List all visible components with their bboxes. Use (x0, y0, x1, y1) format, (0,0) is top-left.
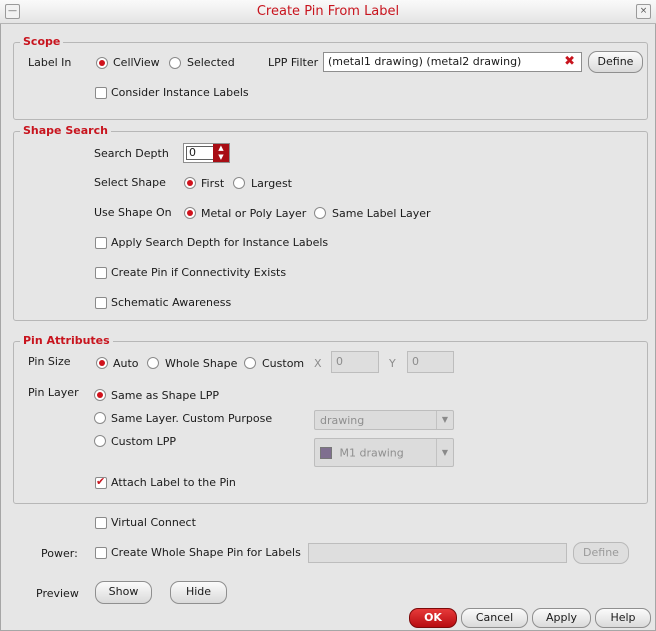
metal-or-poly-label[interactable]: Metal or Poly Layer (201, 207, 306, 220)
hide-button[interactable]: Hide (170, 581, 227, 604)
largest-radio[interactable] (233, 177, 245, 189)
x-label: X (314, 357, 322, 370)
create-whole-shape-pin-checkbox[interactable] (95, 547, 107, 559)
custom-lpp-label[interactable]: Custom LPP (111, 435, 176, 448)
y-label: Y (389, 357, 396, 370)
power-label: Power: (41, 547, 78, 560)
pin-attributes-legend: Pin Attributes (20, 334, 113, 347)
apply-search-depth-checkbox[interactable] (95, 237, 107, 249)
purpose-combo[interactable]: drawing ▼ (314, 410, 454, 430)
search-depth-spinbox[interactable]: 0 ▲ ▼ (183, 143, 230, 163)
auto-radio[interactable] (96, 357, 108, 369)
same-as-shape-lpp-radio[interactable] (94, 389, 106, 401)
same-layer-custom-purpose-radio[interactable] (94, 412, 106, 424)
layer-swatch-icon (320, 447, 332, 459)
power-input[interactable] (308, 543, 567, 563)
select-shape-label: Select Shape (94, 176, 166, 189)
power-define-button[interactable]: Define (573, 542, 629, 564)
close-icon[interactable]: × (636, 4, 651, 19)
metal-or-poly-radio[interactable] (184, 207, 196, 219)
use-shape-on-label: Use Shape On (94, 206, 172, 219)
custom-label[interactable]: Custom (262, 357, 304, 370)
chevron-down-icon[interactable]: ▼ (436, 439, 453, 466)
lpp-combo[interactable]: M1 drawing ▼ (314, 438, 454, 467)
x-input[interactable]: 0 (331, 351, 379, 373)
same-label-layer-radio[interactable] (314, 207, 326, 219)
whole-shape-radio[interactable] (147, 357, 159, 369)
virtual-connect-checkbox[interactable] (95, 517, 107, 529)
cellview-radio[interactable] (96, 57, 108, 69)
scope-legend: Scope (20, 35, 64, 48)
selected-label[interactable]: Selected (187, 56, 235, 69)
clear-icon[interactable]: ✖ (564, 54, 575, 69)
create-pin-connectivity-checkbox[interactable] (95, 267, 107, 279)
consider-instance-labels-label[interactable]: Consider Instance Labels (111, 86, 249, 99)
same-label-layer-label[interactable]: Same Label Layer (332, 207, 431, 220)
y-input[interactable]: 0 (407, 351, 454, 373)
custom-radio[interactable] (244, 357, 256, 369)
lpp-filter-input[interactable]: (metal1 drawing) (metal2 drawing) ✖ (323, 52, 582, 72)
pin-size-label: Pin Size (28, 355, 71, 368)
consider-instance-labels-checkbox[interactable] (95, 87, 107, 99)
lpp-filter-value: (metal1 drawing) (metal2 drawing) (328, 55, 522, 68)
label-in-label: Label In (28, 56, 72, 69)
attach-label-checkbox[interactable] (95, 475, 107, 489)
selected-radio[interactable] (169, 57, 181, 69)
window-title: Create Pin From Label (256, 4, 400, 19)
lpp-define-button[interactable]: Define (588, 51, 643, 73)
pin-layer-label: Pin Layer (28, 386, 79, 399)
cancel-button[interactable]: Cancel (461, 608, 528, 628)
custom-lpp-radio[interactable] (94, 435, 106, 447)
attach-label-label[interactable]: Attach Label to the Pin (111, 476, 236, 489)
first-radio[interactable] (184, 177, 196, 189)
schematic-awareness-checkbox[interactable] (95, 297, 107, 309)
create-whole-shape-pin-label[interactable]: Create Whole Shape Pin for Labels (111, 546, 301, 559)
virtual-connect-label[interactable]: Virtual Connect (111, 516, 196, 529)
lpp-filter-label: LPP Filter (268, 56, 319, 69)
show-button[interactable]: Show (95, 581, 152, 604)
apply-search-depth-label[interactable]: Apply Search Depth for Instance Labels (111, 236, 328, 249)
lpp-value: M1 drawing (339, 446, 404, 460)
chevron-down-icon[interactable]: ▼ (436, 411, 453, 429)
largest-label[interactable]: Largest (251, 177, 292, 190)
schematic-awareness-label[interactable]: Schematic Awareness (111, 296, 231, 309)
ok-button[interactable]: OK (409, 608, 457, 628)
first-label[interactable]: First (201, 177, 224, 190)
preview-label: Preview (36, 587, 79, 600)
same-as-shape-lpp-label[interactable]: Same as Shape LPP (111, 389, 219, 402)
whole-shape-label[interactable]: Whole Shape (165, 357, 237, 370)
dialog-body: Scope Label In CellView Selected LPP Fil… (0, 24, 656, 631)
search-depth-value[interactable]: 0 (186, 146, 214, 160)
apply-button[interactable]: Apply (532, 608, 591, 628)
create-pin-connectivity-label[interactable]: Create Pin if Connectivity Exists (111, 266, 286, 279)
shape-search-legend: Shape Search (20, 124, 111, 137)
cellview-label[interactable]: CellView (113, 56, 160, 69)
same-layer-custom-purpose-label[interactable]: Same Layer. Custom Purpose (111, 412, 272, 425)
spin-arrows-icon[interactable]: ▲ ▼ (213, 144, 229, 162)
auto-label[interactable]: Auto (113, 357, 139, 370)
search-depth-label: Search Depth (94, 147, 169, 160)
help-button[interactable]: Help (595, 608, 651, 628)
title-bar: — Create Pin From Label × (0, 0, 656, 24)
purpose-value: drawing (320, 414, 365, 427)
